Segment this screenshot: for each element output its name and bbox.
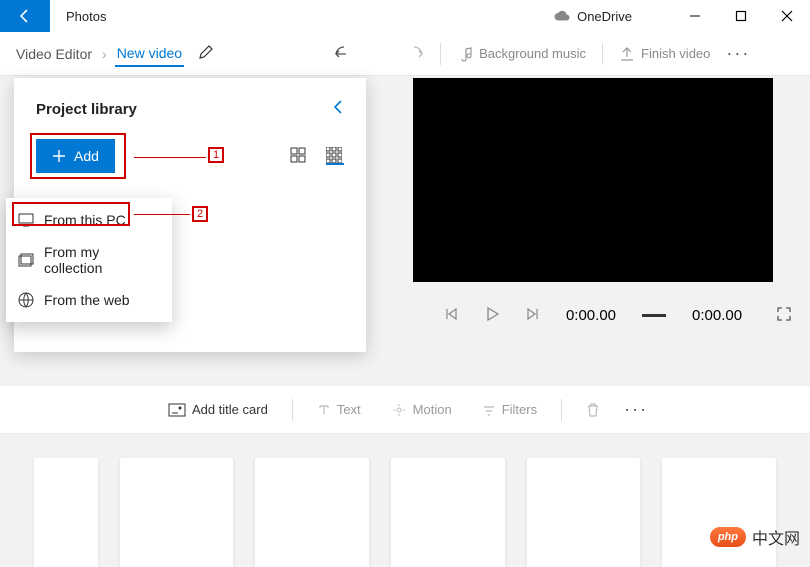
storyboard-placeholder[interactable] bbox=[120, 458, 234, 567]
back-button[interactable] bbox=[0, 0, 50, 32]
breadcrumb-current[interactable]: New video bbox=[115, 41, 184, 67]
next-frame-button[interactable] bbox=[526, 307, 540, 324]
undo-button[interactable] bbox=[324, 38, 364, 70]
breadcrumb-root[interactable]: Video Editor bbox=[14, 42, 94, 66]
menu-from-my-collection[interactable]: From my collection bbox=[6, 236, 172, 284]
annotation-line-2 bbox=[134, 214, 190, 215]
storyboard-placeholder[interactable] bbox=[527, 458, 641, 567]
library-title: Project library bbox=[36, 101, 137, 118]
storyboard-placeholder[interactable] bbox=[34, 458, 98, 567]
web-icon bbox=[18, 292, 34, 308]
text-button: Text bbox=[305, 396, 373, 423]
add-title-card-button[interactable]: Add title card bbox=[156, 396, 280, 423]
annotation-line-1 bbox=[134, 157, 206, 158]
playback-controls: 0:00.00 0:00.00 bbox=[390, 306, 796, 325]
storyboard-placeholder[interactable] bbox=[662, 458, 776, 567]
close-button[interactable] bbox=[764, 0, 810, 32]
watermark-text: 中文网 bbox=[752, 525, 800, 549]
current-time: 0:00.00 bbox=[566, 307, 616, 324]
preview-area: 0:00.00 0:00.00 bbox=[390, 78, 796, 325]
annotation-box-2 bbox=[12, 202, 130, 226]
rename-icon[interactable] bbox=[198, 44, 214, 63]
clip-more-button[interactable]: ··· bbox=[618, 399, 654, 420]
chevron-right-icon: › bbox=[94, 46, 115, 62]
prev-frame-button[interactable] bbox=[444, 307, 458, 324]
watermark-badge: php bbox=[708, 525, 748, 549]
fullscreen-button[interactable] bbox=[776, 306, 792, 325]
filters-button: Filters bbox=[470, 396, 549, 423]
storyboard-timeline[interactable] bbox=[0, 434, 810, 567]
delete-button bbox=[574, 396, 612, 424]
annotation-label-1: 1 bbox=[208, 147, 224, 163]
play-button[interactable] bbox=[484, 306, 500, 325]
main-toolbar: Video Editor › New video Background musi… bbox=[0, 32, 810, 76]
window-controls bbox=[672, 0, 810, 32]
redo-button[interactable] bbox=[394, 38, 434, 70]
library-back-chevron[interactable] bbox=[332, 98, 344, 121]
grid-view-large-icon[interactable] bbox=[290, 147, 308, 165]
motion-icon bbox=[391, 403, 407, 417]
storyboard-placeholder[interactable] bbox=[255, 458, 369, 567]
minimize-button[interactable] bbox=[672, 0, 718, 32]
total-time: 0:00.00 bbox=[692, 307, 742, 324]
maximize-button[interactable] bbox=[718, 0, 764, 32]
filters-icon bbox=[482, 403, 496, 417]
app-title: Photos bbox=[50, 9, 106, 24]
text-icon bbox=[317, 403, 331, 417]
onedrive-label: OneDrive bbox=[577, 9, 632, 24]
annotation-box-1 bbox=[30, 133, 126, 179]
menu-from-the-web[interactable]: From the web bbox=[6, 284, 172, 316]
export-icon bbox=[619, 46, 635, 62]
music-icon bbox=[457, 46, 473, 62]
trash-icon bbox=[586, 402, 600, 418]
storyboard-placeholder[interactable] bbox=[391, 458, 505, 567]
title-card-icon bbox=[168, 403, 186, 417]
annotation-label-2: 2 bbox=[192, 206, 208, 222]
grid-view-small-icon[interactable] bbox=[326, 147, 344, 165]
finish-video-button[interactable]: Finish video bbox=[609, 40, 720, 68]
background-music-button[interactable]: Background music bbox=[447, 40, 596, 68]
titlebar: Photos OneDrive bbox=[0, 0, 810, 32]
watermark: php 中文网 bbox=[708, 525, 800, 549]
collection-icon bbox=[18, 253, 34, 267]
more-options-button[interactable]: ··· bbox=[720, 43, 756, 64]
motion-button: Motion bbox=[379, 396, 464, 423]
onedrive-status[interactable]: OneDrive bbox=[553, 9, 632, 24]
time-scrubber[interactable] bbox=[642, 314, 666, 317]
add-context-menu: 2 From this PC From my collection From t… bbox=[6, 198, 172, 322]
video-preview-canvas[interactable] bbox=[413, 78, 773, 282]
cloud-icon bbox=[553, 10, 571, 22]
clip-toolbar: Add title card Text Motion Filters ··· bbox=[0, 386, 810, 434]
